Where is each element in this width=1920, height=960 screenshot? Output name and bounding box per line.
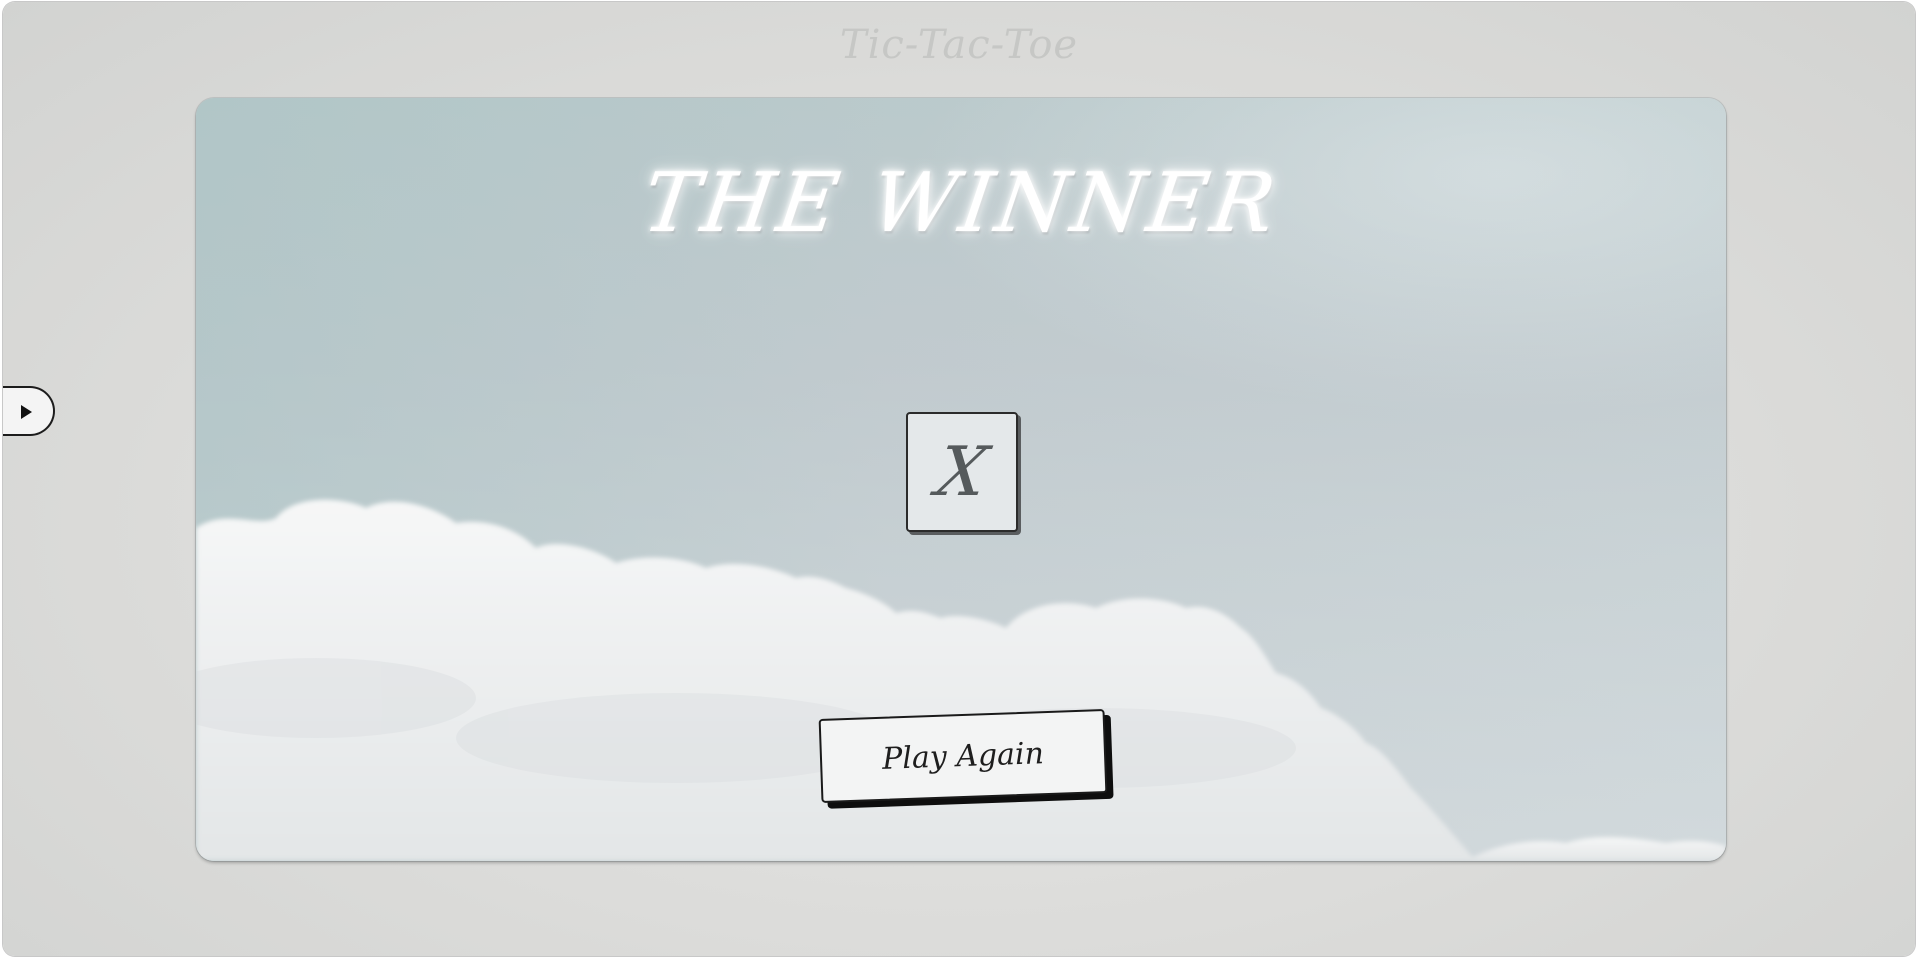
game-title: Tic-Tac-Toe	[839, 22, 1079, 68]
play-again-label: Play Again	[881, 735, 1045, 777]
play-icon	[21, 405, 32, 419]
play-again-button[interactable]: Play Again	[818, 709, 1108, 803]
sidebar-toggle-button[interactable]	[3, 386, 55, 436]
winner-heading: THE WINNER	[637, 156, 1285, 251]
winner-cell: X	[906, 412, 1018, 532]
winner-mark: X	[930, 432, 994, 512]
winner-modal: THE WINNER X Play Again	[196, 98, 1726, 861]
game-page: Tic-Tac-Toe THE WINNER X Play Again	[3, 2, 1915, 956]
